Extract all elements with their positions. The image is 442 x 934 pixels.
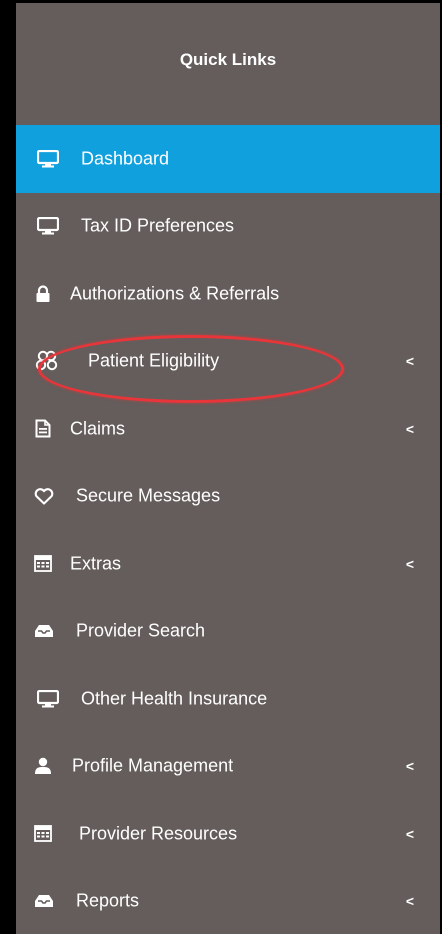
chevron-left-icon: < [405,353,414,370]
document-icon [30,418,56,440]
sidebar-item-label: Provider Search [76,620,206,641]
sidebar-item-secure-messages[interactable]: Secure Messages [16,463,440,531]
sidebar-item-label: Reports [76,890,140,911]
sidebar-item-label: Patient Eligibility [88,350,220,371]
chevron-left-icon: < [405,825,414,842]
chevron-left-icon: < [405,758,414,775]
sidebar-item-label: Authorizations & Referrals [70,283,280,304]
sidebar-item-reports[interactable]: Reports < [16,868,440,934]
sidebar-item-authorizations-referrals[interactable]: Authorizations & Referrals [16,260,440,328]
chevron-left-icon: < [405,420,414,437]
heart-icon [31,485,57,507]
group-icon [34,350,60,372]
sidebar-item-tax-id-preferences[interactable]: Tax ID Preferences [16,193,440,261]
lock-icon [30,283,56,305]
sidebar-item-label: Dashboard [81,148,170,169]
sidebar-title: Quick Links [179,49,277,69]
sidebar-item-provider-search[interactable]: Provider Search [16,598,440,666]
calculator-icon [30,823,56,845]
sidebar-item-label: Secure Messages [76,485,221,506]
monitor-icon [35,688,61,710]
quick-links-sidebar: Quick Links Dashboard Tax ID Preferences… [16,3,440,934]
sidebar-item-patient-eligibility[interactable]: Patient Eligibility < [16,328,440,396]
sidebar-item-label: Claims [70,418,126,439]
chevron-left-icon: < [405,893,414,910]
user-icon [30,755,56,777]
inbox-icon [31,890,57,912]
sidebar-menu: Dashboard Tax ID Preferences Authorizati… [16,125,440,934]
sidebar-item-other-health-insurance[interactable]: Other Health Insurance [16,665,440,733]
sidebar-header: Quick Links [16,3,440,118]
sidebar-item-extras[interactable]: Extras < [16,530,440,598]
sidebar-item-claims[interactable]: Claims < [16,395,440,463]
sidebar-item-dashboard[interactable]: Dashboard [16,125,440,193]
chevron-left-icon: < [405,555,414,572]
sidebar-item-label: Provider Resources [79,823,238,844]
sidebar-item-label: Other Health Insurance [81,688,268,709]
sidebar-item-label: Tax ID Preferences [81,215,235,236]
inbox-icon [31,620,57,642]
calculator-icon [30,553,56,575]
sidebar-item-label: Profile Management [72,755,234,776]
sidebar-item-profile-management[interactable]: Profile Management < [16,733,440,801]
sidebar-item-provider-resources[interactable]: Provider Resources < [16,800,440,868]
monitor-icon [35,148,61,170]
monitor-icon [35,215,61,237]
sidebar-item-label: Extras [70,553,122,574]
